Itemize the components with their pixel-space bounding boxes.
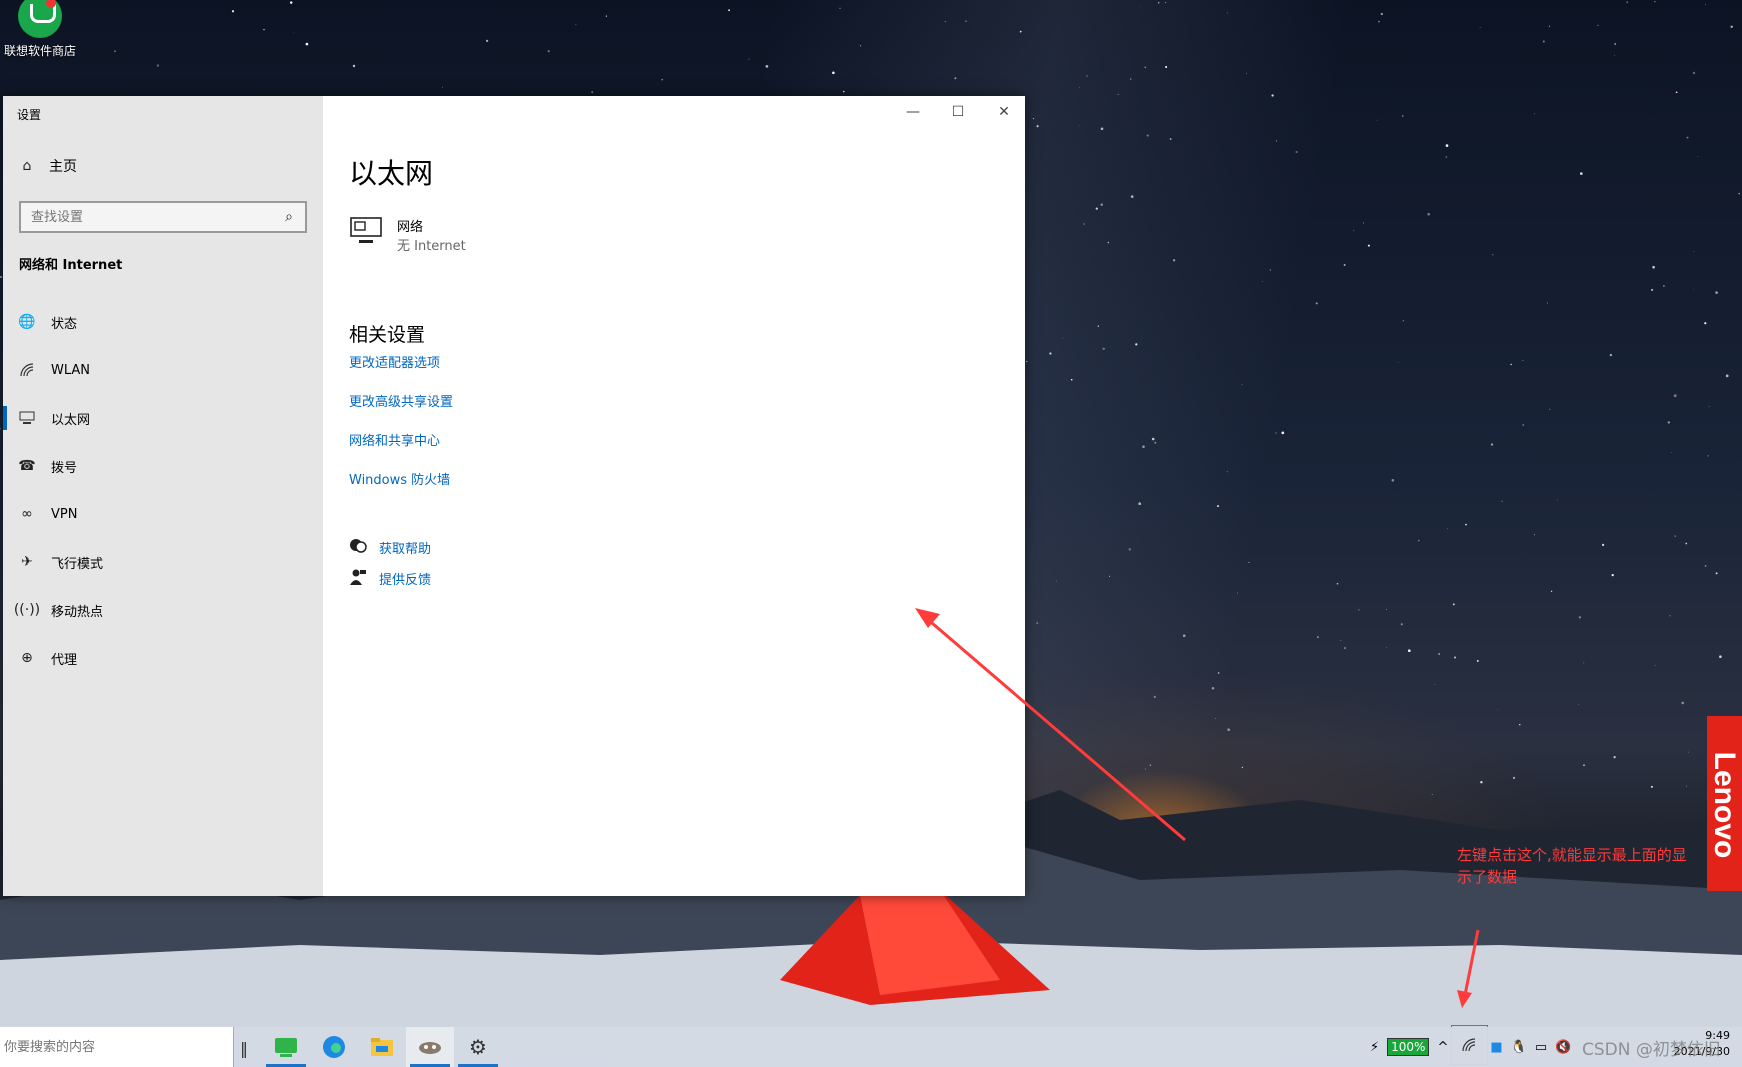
annotation-text: 左键点击这个,就能显示最上面的显示了数据	[1457, 846, 1687, 886]
window-title: 设置	[17, 108, 42, 122]
get-help-label: 获取帮助	[379, 542, 432, 557]
wifi-icon	[19, 362, 35, 378]
edge-icon[interactable]	[310, 1027, 358, 1067]
settings-window: 设置 ⌂ 主页 ⌕ 网络和 Internet 🌐 状态 WLAN	[3, 96, 1025, 896]
battery-indicator[interactable]: 100%	[1387, 1038, 1430, 1056]
sidebar-item-dialup[interactable]: ☎ 拨号	[3, 442, 323, 490]
help-section: 获取帮助 提供反馈	[349, 532, 431, 594]
minimize-button[interactable]: —	[893, 104, 933, 120]
home-icon: ⌂	[22, 158, 32, 174]
vpn-icon: ∞	[21, 506, 33, 522]
taskbar: ‖ ⚙ ⚡ 100% ^ ■ 🐧 ▭ 🔇 9:49 2021/9/30	[0, 1027, 1742, 1067]
red-tent	[780, 890, 1050, 1005]
taskbar-search-input[interactable]	[2, 1038, 226, 1056]
network-tray-icon[interactable]	[1456, 1038, 1482, 1056]
help-chat-icon	[349, 538, 367, 558]
sidebar-item-vpn[interactable]: ∞ VPN	[3, 490, 323, 538]
sidebar-item-status[interactable]: 🌐 状态	[3, 298, 323, 346]
sidebar-item-home[interactable]: ⌂ 主页	[19, 156, 77, 176]
feedback-label: 提供反馈	[379, 573, 432, 588]
search-icon[interactable]: ⌕	[281, 209, 297, 225]
lenovo-brand-tag: Lenovo	[1707, 716, 1742, 891]
sidebar-nav: 🌐 状态 WLAN 以太网 ☎ 拨号 ∞ VPN ✈ 飞行模式 ((·)) 移动…	[3, 298, 323, 682]
desktop-icon-lenovo-store[interactable]: 联想软件商店	[0, 0, 80, 59]
task-view-icon[interactable]: ‖	[240, 1039, 248, 1058]
sidebar-section-title: 网络和 Internet	[19, 258, 123, 273]
sidebar-item-ethernet[interactable]: 以太网	[3, 394, 323, 442]
dialup-icon: ☎	[18, 458, 36, 474]
maximize-button[interactable]: ☐	[938, 104, 978, 120]
desktop-icon-label: 联想软件商店	[3, 44, 76, 58]
show-hidden-icons-chevron-icon[interactable]: ^	[1437, 1040, 1448, 1055]
lenovo-logo-text: Lenovo	[1708, 751, 1741, 859]
network-name: 网络	[397, 220, 424, 235]
volume-muted-icon[interactable]: 🔇	[1555, 1040, 1571, 1055]
feedback-person-icon	[349, 569, 367, 589]
globe-status-icon: 🌐	[18, 314, 36, 330]
hotspot-icon: ((·))	[13, 602, 41, 618]
globe-icon: ⊕	[21, 650, 33, 666]
feedback-link[interactable]: 提供反馈	[349, 563, 431, 594]
network-status: 无 Internet	[397, 239, 466, 254]
settings-search-box: ⌕	[19, 201, 307, 233]
file-explorer-icon[interactable]	[358, 1027, 406, 1067]
close-button[interactable]: ✕	[984, 104, 1024, 120]
sidebar-item-label: 移动热点	[51, 604, 104, 620]
settings-search-input[interactable]	[29, 208, 273, 226]
sidebar-item-airplane[interactable]: ✈ 飞行模式	[3, 538, 323, 586]
sidebar-item-hotspot[interactable]: ((·)) 移动热点	[3, 586, 323, 634]
sidebar-item-label: 拨号	[51, 460, 78, 476]
sidebar-item-label: VPN	[51, 506, 78, 522]
system-tray: ⚡ 100% ^ ■ 🐧 ▭ 🔇	[1370, 1027, 1571, 1067]
page-title: 以太网	[349, 157, 434, 190]
taskbar-search-box	[0, 1027, 234, 1067]
tray-app-icon[interactable]: ■	[1490, 1040, 1502, 1055]
related-settings-title: 相关设置	[349, 324, 426, 346]
link-network-sharing-center[interactable]: 网络和共享中心	[349, 430, 453, 469]
link-adapter-options[interactable]: 更改适配器选项	[349, 352, 453, 391]
green-app-icon[interactable]	[262, 1027, 310, 1067]
get-help-link[interactable]: 获取帮助	[349, 532, 431, 563]
sidebar-item-label: 以太网	[51, 412, 91, 428]
settings-sidebar: 设置 ⌂ 主页 ⌕ 网络和 Internet 🌐 状态 WLAN	[3, 96, 323, 896]
sidebar-item-label: 主页	[49, 159, 77, 175]
link-advanced-sharing[interactable]: 更改高级共享设置	[349, 391, 453, 430]
sidebar-item-label: WLAN	[51, 362, 91, 378]
related-links: 更改适配器选项 更改高级共享设置 网络和共享中心 Windows 防火墙	[349, 352, 453, 508]
settings-icon[interactable]: ⚙	[454, 1027, 502, 1067]
sidebar-item-wlan[interactable]: WLAN	[3, 346, 323, 394]
sidebar-item-proxy[interactable]: ⊕ 代理	[3, 634, 323, 682]
store-bag-icon	[18, 0, 62, 38]
power-icon[interactable]: ⚡	[1370, 1040, 1379, 1055]
network-entry[interactable]: 网络 无 Internet	[349, 216, 466, 254]
airplane-icon: ✈	[21, 554, 33, 570]
csdn-watermark: CSDN @初梦依旧	[1582, 1040, 1721, 1060]
sidebar-item-label: 状态	[51, 316, 78, 332]
ethernet-icon	[19, 410, 35, 426]
taskbar-apps: ⚙	[262, 1027, 502, 1067]
ethernet-monitor-icon	[349, 216, 385, 254]
sidebar-item-label: 飞行模式	[51, 556, 104, 572]
link-windows-firewall[interactable]: Windows 防火墙	[349, 469, 453, 508]
sidebar-item-label: 代理	[51, 652, 78, 668]
cat-app-icon[interactable]	[406, 1027, 454, 1067]
tray-device-icon[interactable]: ▭	[1535, 1040, 1547, 1055]
qq-penguin-icon[interactable]: 🐧	[1511, 1040, 1527, 1055]
settings-content: — ☐ ✕ 以太网 网络 无 Internet 相关设置 更改适配器选项 更改高…	[323, 96, 1025, 896]
